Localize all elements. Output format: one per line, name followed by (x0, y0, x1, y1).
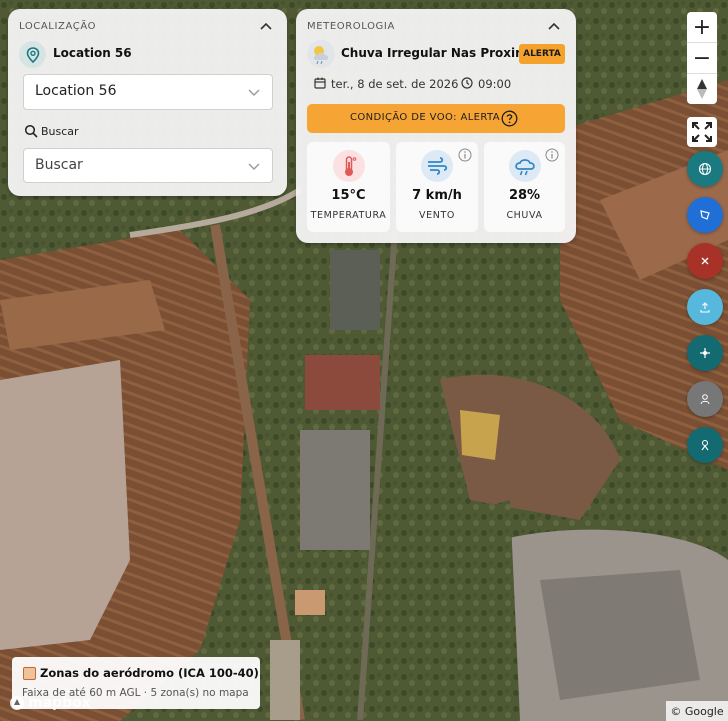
clear-button[interactable] (687, 243, 723, 279)
location-select[interactable]: Location 56 (23, 74, 273, 110)
location-header: LOCALIZAÇÃO (19, 21, 97, 32)
thermometer-icon (332, 150, 365, 182)
chevron-down-icon (248, 89, 260, 96)
user-location-icon (700, 394, 710, 405)
wind-stat: 7 km/h VENTO (396, 142, 478, 232)
flight-condition-banner: CONDIÇÃO DE VOO: ALERTA (307, 104, 565, 133)
pin-person-button[interactable] (687, 427, 723, 463)
drone-icon (700, 348, 710, 358)
compass-button[interactable] (687, 74, 717, 104)
drone-button[interactable] (687, 335, 723, 371)
search-icon (24, 124, 38, 138)
forecast-date: ter., 8 de set. de 2026 (331, 77, 459, 91)
search-select[interactable]: Buscar (23, 148, 273, 183)
temperature-value: 15°C (331, 188, 366, 203)
weather-condition-icon (307, 40, 335, 68)
rain-value: 28% (508, 188, 541, 203)
wind-value: 7 km/h (412, 188, 462, 203)
fullscreen-button[interactable] (687, 117, 717, 147)
search-select-value: Buscar (35, 157, 83, 173)
mapbox-logo[interactable]: mapbox (9, 695, 91, 711)
forecast-time: 09:00 (478, 77, 512, 91)
collapse-location-icon[interactable] (259, 20, 273, 34)
info-icon[interactable] (458, 148, 472, 162)
close-icon (701, 257, 709, 265)
fullscreen-icon (692, 122, 712, 142)
info-icon[interactable] (545, 148, 559, 162)
legend-title: Zonas do aeródromo (ICA 100-40) (40, 666, 259, 680)
collapse-weather-icon[interactable] (547, 20, 561, 34)
current-location-name: Location 56 (53, 46, 132, 60)
rain-stat: 28% CHUVA (484, 142, 565, 232)
zoom-out-button[interactable]: − (687, 43, 717, 74)
search-label: Buscar (41, 125, 79, 138)
mapbox-icon (10, 696, 24, 710)
pin-person-icon (701, 439, 709, 451)
zone-swatch (23, 667, 36, 680)
upload-icon (700, 302, 710, 313)
map-attribution[interactable]: © Google (666, 701, 728, 721)
globe-button[interactable] (687, 151, 723, 187)
wind-icon (421, 150, 453, 182)
location-select-value: Location 56 (35, 83, 117, 99)
temperature-label: TEMPERATURA (310, 210, 387, 221)
user-location-button[interactable] (687, 381, 723, 417)
weather-header: METEOROLOGIA (307, 21, 395, 32)
rain-cloud-icon (508, 150, 541, 182)
help-icon[interactable] (501, 110, 518, 127)
alert-badge: ALERTA (519, 44, 565, 64)
upload-button[interactable] (687, 289, 723, 325)
compass-icon (697, 79, 707, 99)
globe-icon (698, 162, 712, 176)
chevron-down-icon (248, 163, 260, 170)
temperature-stat: 15°C TEMPERATURA (307, 142, 390, 232)
mapbox-text: mapbox (28, 695, 91, 711)
location-pin-icon (19, 41, 46, 68)
draw-polygon-button[interactable] (687, 197, 723, 233)
zoom-in-button[interactable]: + (687, 12, 717, 43)
wind-label: VENTO (419, 210, 455, 221)
draw-polygon-icon (700, 210, 710, 220)
calendar-icon (314, 77, 326, 89)
flight-condition-text: CONDIÇÃO DE VOO: ALERTA (350, 112, 500, 123)
rain-label: CHUVA (506, 210, 543, 221)
clock-icon (461, 77, 473, 89)
